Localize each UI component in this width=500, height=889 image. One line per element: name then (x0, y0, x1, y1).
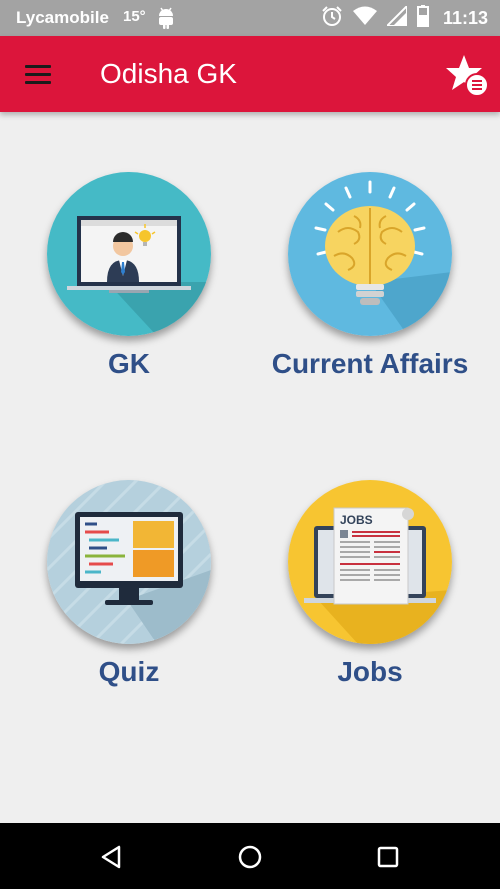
status-bar: Lycamobile 15° 11:13 (0, 0, 500, 36)
wifi-icon (352, 6, 387, 31)
recents-icon[interactable] (368, 837, 408, 877)
tile-jobs[interactable]: JOBS Jobs (270, 480, 470, 688)
tile-gk-label: GK (108, 348, 150, 379)
app-bar: Odisha GK (0, 36, 500, 112)
tile-quiz-label: Quiz (98, 656, 160, 687)
signal-icon (384, 3, 417, 31)
system-nav-bar (0, 823, 500, 889)
tile-current-affairs-label: Current Affairs (271, 348, 469, 379)
tile-current-affairs[interactable]: Current Affairs (270, 172, 470, 380)
battery-icon (416, 4, 439, 32)
svg-text:JOBS: JOBS (340, 513, 373, 527)
code-monitor-icon (47, 480, 211, 644)
tile-gk[interactable]: GK (29, 172, 229, 380)
page-title: Odisha GK (100, 58, 237, 89)
tile-quiz[interactable]: Quiz (29, 480, 229, 688)
tile-jobs-label: Jobs (337, 656, 403, 687)
brain-lightbulb-icon (288, 172, 452, 336)
clock: 11:13 (442, 7, 488, 28)
temperature: 15° (123, 8, 146, 25)
hamburger-menu-icon[interactable] (18, 54, 58, 94)
carrier-name: Lycamobile (16, 8, 109, 27)
jobs-newspaper-icon: JOBS (288, 480, 452, 644)
alarm-icon (321, 5, 353, 32)
presenter-laptop-icon (47, 172, 211, 336)
android-debug-icon (156, 6, 176, 35)
star-list-icon[interactable] (444, 52, 490, 98)
back-icon[interactable] (92, 837, 132, 877)
home-icon[interactable] (230, 837, 270, 877)
